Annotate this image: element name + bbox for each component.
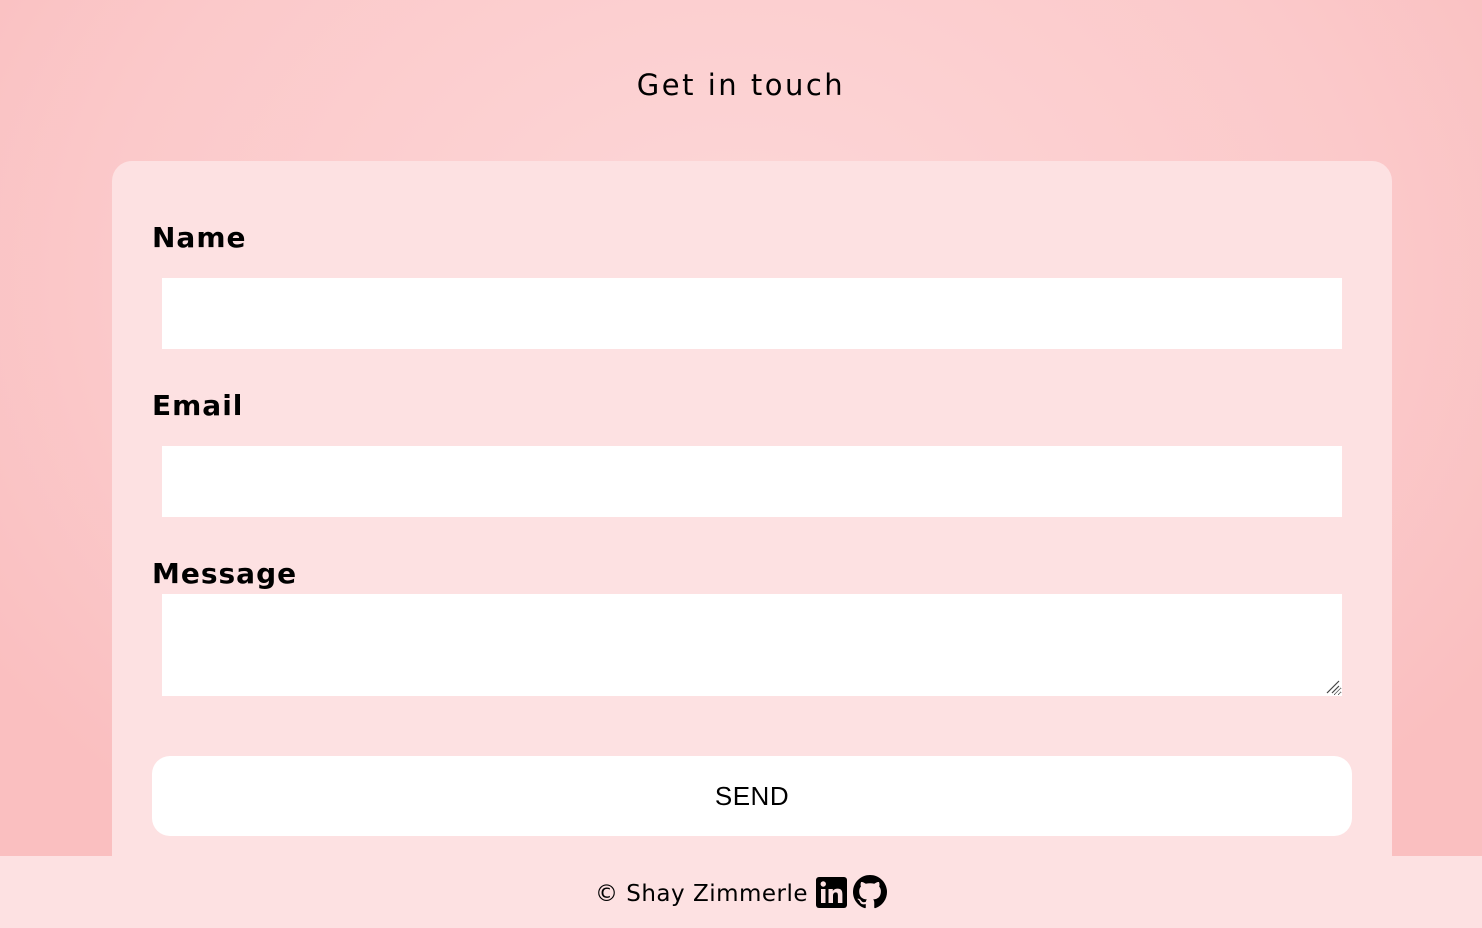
github-link[interactable] <box>853 875 888 909</box>
footer: © Shay Zimmerle <box>0 856 1482 928</box>
message-field-wrapper <box>162 594 1342 696</box>
resize-grip-icon[interactable] <box>1326 680 1340 694</box>
linkedin-link[interactable] <box>816 876 848 908</box>
name-label: Name <box>152 221 247 254</box>
copyright-text: © Shay Zimmerle <box>594 881 809 907</box>
send-button[interactable]: SEND <box>152 756 1352 836</box>
contact-form: Name Email Message SEND <box>112 161 1392 881</box>
message-label: Message <box>152 557 298 590</box>
name-input[interactable] <box>162 278 1342 349</box>
page-title: Get in touch <box>636 68 846 102</box>
email-label: Email <box>152 389 244 422</box>
github-icon <box>853 875 888 909</box>
message-textarea[interactable] <box>162 594 1342 696</box>
email-input[interactable] <box>162 446 1342 517</box>
linkedin-icon <box>816 876 848 908</box>
